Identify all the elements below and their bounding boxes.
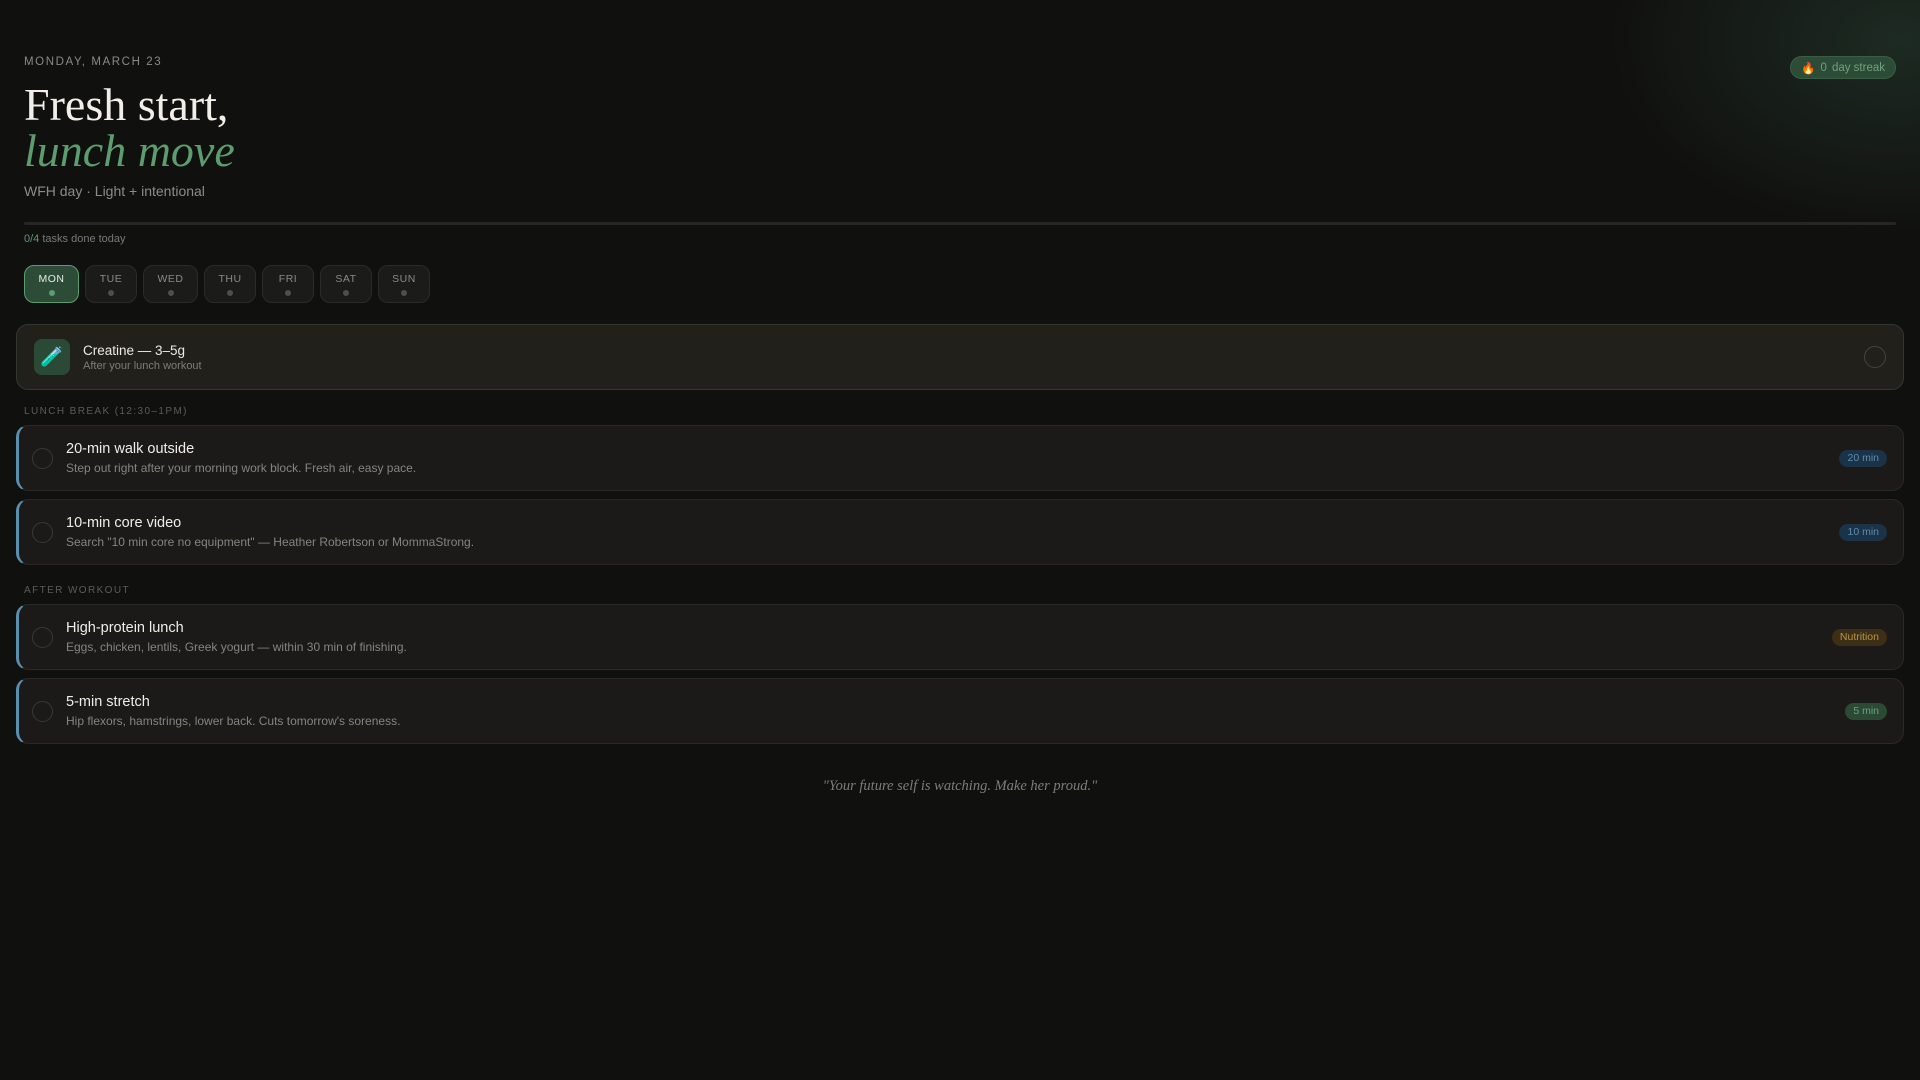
test-tube-icon: 🧪 [34,339,70,375]
supplement-card: 🧪 Creatine — 3–5g After your lunch worko… [16,324,1904,390]
task-desc: Hip flexors, hamstrings, lower back. Cut… [66,714,401,728]
streak-badge: 🔥 0 day streak [1790,56,1896,79]
progress-label: tasks done today [42,233,126,245]
day-tab-mon[interactable]: MON [24,265,79,303]
day-label: SUN [392,272,416,285]
day-label: WED [157,272,184,285]
day-tab-thu[interactable]: THU [204,265,256,303]
day-tab-tue[interactable]: TUE [85,265,137,303]
day-label: SAT [335,272,357,285]
supplement-desc: After your lunch workout [83,359,202,372]
page-subtitle: WFH day · Light + intentional [24,183,205,199]
page-title: Fresh start, [24,79,229,130]
task-checkbox[interactable] [32,626,53,648]
date-label: MONDAY, MARCH 23 [24,56,163,68]
task-title: High-protein lunch [66,620,184,636]
day-label: MON [38,272,65,285]
task-card: High-protein lunch Eggs, chicken, lentils… [16,604,1904,670]
task-badge: Nutrition [1831,628,1887,646]
section-label: AFTER WORKOUT [24,585,130,596]
day-tab-fri[interactable]: FRI [262,265,314,303]
day-label: FRI [278,272,298,285]
day-dot [343,289,349,296]
task-title: 5-min stretch [66,694,150,710]
task-card: 20-min walk outside Step out right after … [16,425,1904,491]
day-label: TUE [99,272,123,285]
day-selector: MON TUE WED THU FRI SAT SUN [24,265,430,303]
task-checkbox[interactable] [32,521,53,543]
task-badge: 20 min [1839,449,1887,467]
page-title-accent: lunch move [24,125,235,176]
day-tab-sat[interactable]: SAT [320,265,372,303]
day-dot [108,289,114,296]
day-dot [167,289,174,296]
task-checkbox[interactable] [32,447,53,469]
streak-count: 0 [1820,61,1827,74]
supplement-title: Creatine — 3–5g [83,342,186,358]
progress-count: 0/4 [24,233,40,245]
task-badge: 10 min [1839,523,1887,541]
day-tab-sun[interactable]: SUN [378,265,430,303]
task-badge: 5 min [1845,702,1887,720]
task-desc: Eggs, chicken, lentils, Greek yogurt — w… [66,640,407,654]
streak-label: day streak [1831,61,1885,74]
progress-bar [24,222,1896,225]
task-card: 10-min core video Search "10 min core no … [16,499,1904,565]
day-tab-wed[interactable]: WED [143,265,198,303]
fire-icon: 🔥 [1801,62,1816,75]
day-label: THU [218,272,242,285]
progress-text: 0/4 tasks done today [24,233,126,245]
section-label: LUNCH BREAK (12:30–1PM) [24,406,188,417]
day-dot [285,289,291,296]
supplement-checkbox[interactable] [1864,346,1886,368]
motivational-quote: "Your future self is watching. Make her … [822,778,1098,794]
task-desc: Step out right after your morning work b… [66,461,417,475]
day-dot [401,289,407,296]
day-dot [227,289,233,296]
task-title: 20-min walk outside [66,441,195,457]
task-desc: Search "10 min core no equipment" — Heat… [66,535,475,549]
task-title: 10-min core video [66,515,182,531]
task-card: 5-min stretch Hip flexors, hamstrings, lo… [16,678,1904,744]
task-checkbox[interactable] [32,700,53,722]
day-dot [48,289,55,296]
